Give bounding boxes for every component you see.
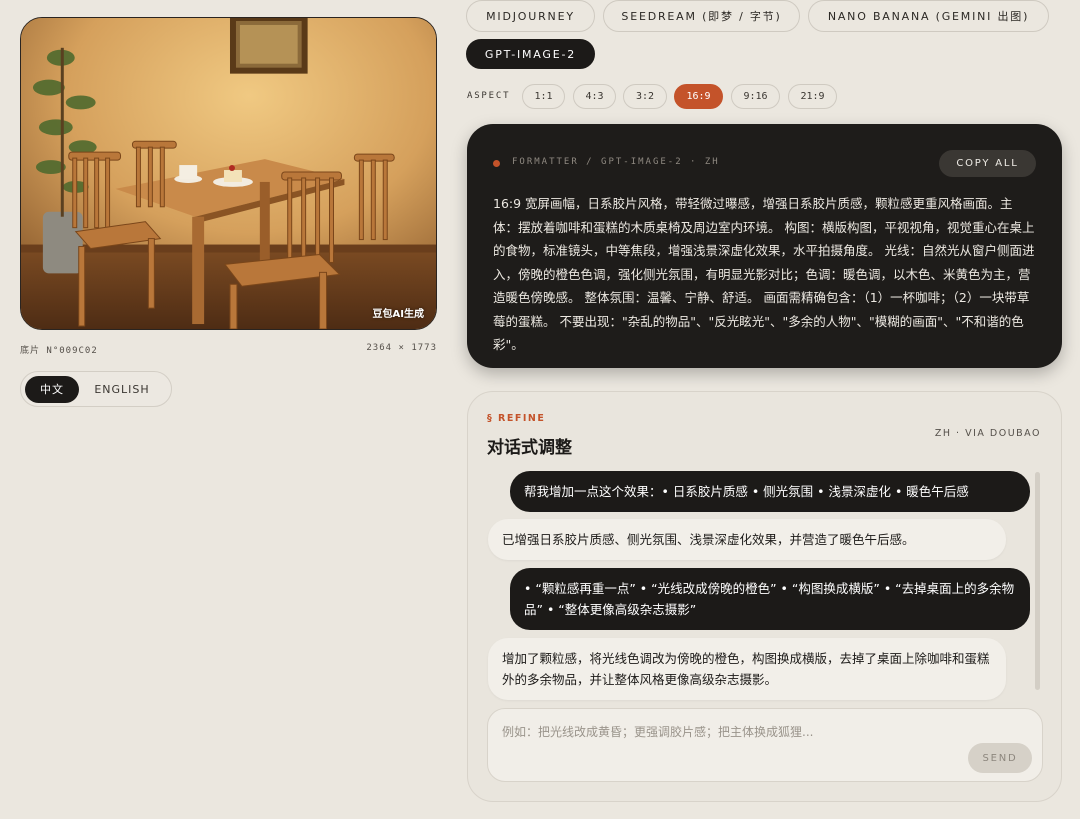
lang-en-button[interactable]: ENGLISH xyxy=(79,376,165,403)
lang-zh-button[interactable]: 中文 xyxy=(25,375,79,403)
formatted-prompt-card: FORMATTER / GPT-IMAGE-2 · ZH COPY ALL 16… xyxy=(467,124,1062,368)
chat-message-user: • “颗粒感再重一点” • “光线改成傍晚的橙色” • “构图换成横版” • “… xyxy=(510,568,1030,630)
aspect-4-3[interactable]: 4:3 xyxy=(573,84,616,109)
generated-photo[interactable]: 豆包AI生成 xyxy=(20,17,437,330)
chat-message-user: 帮我增加一点这个效果：• 日系胶片质感 • 侧光氛围 • 浅景深虚化 • 暖色午… xyxy=(510,471,1030,512)
prompt-text[interactable]: 16:9 宽屏画幅，日系胶片风格，带轻微过曝感，增强日系胶片质感，颗粒感更重风格… xyxy=(493,192,1036,357)
status-dot-icon xyxy=(493,160,500,167)
refine-title: 对话式调整 xyxy=(487,438,572,458)
chat-scrollbar[interactable] xyxy=(1035,472,1040,690)
model-pill-gpt-image-2[interactable]: GPT-IMAGE-2 xyxy=(466,39,595,69)
aspect-label: ASPECT xyxy=(467,91,511,101)
ai-watermark: 豆包AI生成 xyxy=(372,309,424,320)
aspect-21-9[interactable]: 21:9 xyxy=(788,84,837,109)
refine-panel: § REFINE 对话式调整 ZH · VIA DOUBAO 帮我增加一点这个效… xyxy=(467,391,1062,802)
model-pill-midjourney[interactable]: MIDJOURNEY xyxy=(466,0,595,32)
film-id: 底片 N°009C02 xyxy=(20,346,98,356)
aspect-9-16[interactable]: 9:16 xyxy=(731,84,780,109)
aspect-16-9[interactable]: 16:9 xyxy=(674,84,723,109)
chat-message-assistant: 增加了颗粒感，将光线色调改为傍晚的橙色，构图换成横版，去掉了桌面上除咖啡和蛋糕外… xyxy=(488,638,1006,700)
image-dimensions: 2364 × 1773 xyxy=(366,343,437,353)
cafe-photo-illustration xyxy=(21,18,436,329)
copy-all-button[interactable]: COPY ALL xyxy=(939,150,1036,177)
aspect-3-2[interactable]: 3:2 xyxy=(623,84,667,109)
send-button[interactable]: SEND xyxy=(968,743,1032,773)
model-pill-seedream[interactable]: SEEDREAM (即梦 / 字节) xyxy=(603,0,800,32)
model-pill-nano-banana[interactable]: NANO BANANA (GEMINI 出图) xyxy=(808,0,1049,32)
language-toggle: 中文 ENGLISH xyxy=(20,371,172,407)
refine-input[interactable] xyxy=(502,723,952,745)
refine-input-box: SEND xyxy=(487,708,1043,782)
photo-meta: 底片 N°009C02 2364 × 1773 xyxy=(20,343,437,356)
formatter-label: FORMATTER / GPT-IMAGE-2 · ZH xyxy=(512,157,720,167)
aspect-1-1[interactable]: 1:1 xyxy=(522,84,565,109)
refine-kicker: § REFINE xyxy=(487,413,546,424)
refine-via-label: ZH · VIA DOUBAO xyxy=(934,428,1041,439)
chat-message-assistant: 已增强日系胶片质感、侧光氛围、浅景深虚化效果，并营造了暖色午后感。 xyxy=(488,519,1006,560)
